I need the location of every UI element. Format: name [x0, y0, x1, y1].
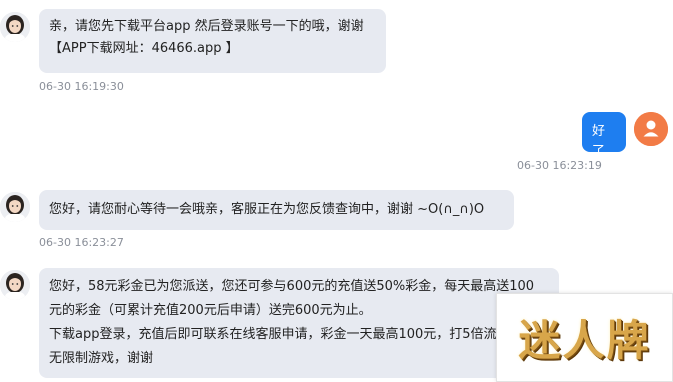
message-timestamp: 06-30 16:19:30 [39, 80, 124, 93]
agent-avatar-icon [0, 12, 30, 42]
agent-avatar-icon [0, 270, 30, 300]
message-bubble-user: 好了 [582, 112, 626, 159]
message-text-line: 您好，58元彩金已为您派送，您还可参与600元的充值送50%彩金，每天最高送10… [49, 279, 535, 294]
message-text-line: 您好，请您耐心等待一会哦亲，客服正在为您反馈查询中，谢谢 ~O(∩_∩)O [49, 202, 485, 217]
message-timestamp: 06-30 16:23:19 [517, 159, 602, 172]
message-text-line: 元的彩金（可累计充值200元后申请）送完600元为止。 [49, 303, 372, 318]
watermark-text: 迷人牌 [518, 316, 651, 365]
user-avatar-icon [634, 112, 668, 146]
message-timestamp: 06-30 16:23:27 [39, 236, 124, 249]
message-text-line: 下载app登录，充值后即可联系在线客服申请，彩金一天最高100元，打5倍流水 [49, 327, 510, 342]
message-text-line: 无限制游戏，谢谢 [49, 351, 154, 366]
message-text-line: 亲，请您先下载平台app 然后登录账号一下的哦，谢谢 [49, 19, 364, 34]
message-text-line: 好了 [592, 124, 606, 159]
message-bubble-agent: 亲，请您先下载平台app 然后登录账号一下的哦，谢谢 【APP下载网址：4646… [39, 9, 386, 73]
watermark-logo: 迷人牌 [496, 293, 673, 382]
message-bubble-agent: 您好，请您耐心等待一会哦亲，客服正在为您反馈查询中，谢谢 ~O(∩_∩)O [39, 190, 514, 230]
message-text-line: 【APP下载网址：46466.app 】 [49, 41, 239, 56]
agent-avatar-icon [0, 192, 30, 222]
message-bubble-agent: 您好，58元彩金已为您派送，您还可参与600元的充值送50%彩金，每天最高送10… [39, 268, 559, 378]
